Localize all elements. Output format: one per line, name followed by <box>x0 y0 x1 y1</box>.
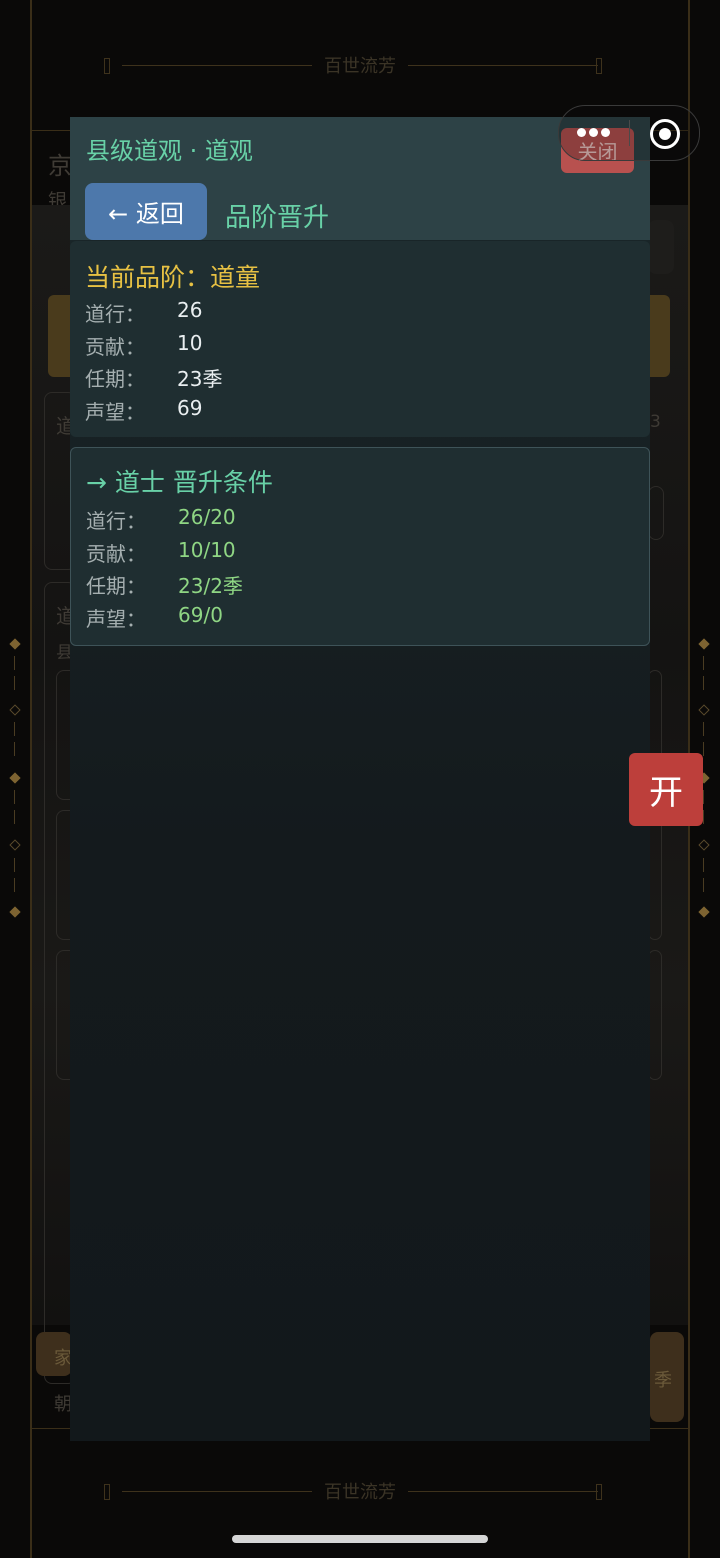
ornament-dash <box>14 722 15 736</box>
stat-row: 声望： 69 <box>85 396 625 428</box>
promotion-requirements-card: → 道士 晋升条件 道行： 26/20 贡献： 10/10 任期： 23/2季 … <box>70 447 650 646</box>
ornament-dash <box>703 742 704 756</box>
ornament-dash <box>14 676 15 690</box>
requirement-value: 26/20 <box>178 505 236 529</box>
bg-panel <box>648 220 674 274</box>
diamond-icon <box>698 906 710 918</box>
capsule-divider <box>629 120 630 146</box>
stat-label: 道行： <box>85 302 145 326</box>
open-button[interactable]: 开 <box>629 753 703 826</box>
ornament-dash <box>14 656 15 670</box>
exit-target-icon[interactable] <box>650 119 680 149</box>
diamond-outline-icon <box>9 704 21 716</box>
requirement-label: 道行： <box>86 509 146 533</box>
requirement-value: 23/2季 <box>178 574 243 598</box>
banner-tick <box>104 1484 110 1500</box>
ornament-dash <box>14 810 15 824</box>
banner-line <box>122 65 312 66</box>
stat-label: 贡献： <box>85 335 145 359</box>
back-button[interactable]: ← 返回 <box>85 183 207 240</box>
banner-line <box>408 1491 598 1492</box>
ornament-dash <box>703 790 704 804</box>
current-rank-card: 当前品阶：道童 道行： 26 贡献： 10 任期： 23季 声望： 69 <box>70 241 650 437</box>
ornament-dash <box>703 878 704 892</box>
stat-value: 69 <box>177 396 203 420</box>
stat-value: 23季 <box>177 367 223 391</box>
ornament-dash <box>14 878 15 892</box>
more-icon[interactable] <box>577 128 611 138</box>
requirement-row: 贡献： 10/10 <box>86 538 626 570</box>
current-rank-title: 当前品阶：道童 <box>85 263 261 292</box>
ornament-dash <box>703 722 704 736</box>
requirement-row: 声望： 69/0 <box>86 603 626 635</box>
rank-promotion-modal: 县级道观 · 道观 关闭 ← 返回 品阶晋升 当前品阶：道童 道行： 26 贡献… <box>70 117 650 1441</box>
bg-fragment: 京 <box>48 152 72 180</box>
bg-fragment: 季 <box>654 1370 672 1391</box>
stat-label: 声望： <box>85 400 145 424</box>
diamond-icon <box>9 906 21 918</box>
banner-tick <box>104 58 110 74</box>
dot <box>601 128 610 137</box>
diamond-icon <box>9 772 21 784</box>
screen: 百世流芳 京 银 道 3 道 县 家 朝 季 百世流芳 县级道观 · 道观 关闭… <box>0 0 720 1558</box>
ornament-dash <box>703 858 704 872</box>
diamond-icon <box>698 638 710 650</box>
next-rank-title: → 道士 晋升条件 <box>86 468 273 497</box>
requirement-label: 声望： <box>86 607 146 631</box>
banner-line <box>408 65 598 66</box>
dot <box>589 128 598 137</box>
top-banner: 百世流芳 <box>32 36 688 96</box>
ornament-dash <box>703 676 704 690</box>
ornament-dash <box>703 656 704 670</box>
banner-title: 百世流芳 <box>324 56 396 77</box>
ornament-dash <box>703 810 704 824</box>
section-title: 品阶晋升 <box>225 203 330 233</box>
stat-row: 道行： 26 <box>85 298 625 330</box>
requirement-label: 任期： <box>86 574 146 598</box>
ornament-dash <box>14 790 15 804</box>
bottom-banner: 百世流芳 <box>32 1462 688 1522</box>
bg-card <box>648 810 662 940</box>
ornament-dash <box>14 858 15 872</box>
miniprogram-capsule <box>558 105 700 161</box>
requirement-label: 贡献： <box>86 542 146 566</box>
diamond-outline-icon <box>698 704 710 716</box>
stat-label: 任期： <box>85 367 145 391</box>
stat-value: 10 <box>177 331 203 355</box>
bg-gold-panel <box>48 295 70 377</box>
dot <box>577 128 586 137</box>
diamond-outline-icon <box>698 839 710 851</box>
requirement-row: 任期： 23/2季 <box>86 570 626 602</box>
bg-card <box>648 486 664 540</box>
side-ornament-left <box>9 636 21 926</box>
ornament-dash <box>14 742 15 756</box>
requirement-row: 道行： 26/20 <box>86 505 626 537</box>
stat-row: 贡献： 10 <box>85 331 625 363</box>
banner-title: 百世流芳 <box>324 1482 396 1503</box>
stat-row: 任期： 23季 <box>85 363 625 395</box>
bg-gold-panel <box>650 295 670 377</box>
bg-card <box>648 950 662 1080</box>
home-indicator[interactable] <box>232 1535 488 1543</box>
banner-tick <box>596 58 602 74</box>
diamond-outline-icon <box>9 839 21 851</box>
stat-value: 26 <box>177 298 203 322</box>
requirement-value: 69/0 <box>178 603 223 627</box>
bg-fragment: 3 <box>650 412 661 432</box>
modal-title: 县级道观 · 道观 <box>86 137 253 165</box>
diamond-icon <box>9 638 21 650</box>
requirement-value: 10/10 <box>178 538 236 562</box>
banner-tick <box>596 1484 602 1500</box>
banner-line <box>122 1491 312 1492</box>
